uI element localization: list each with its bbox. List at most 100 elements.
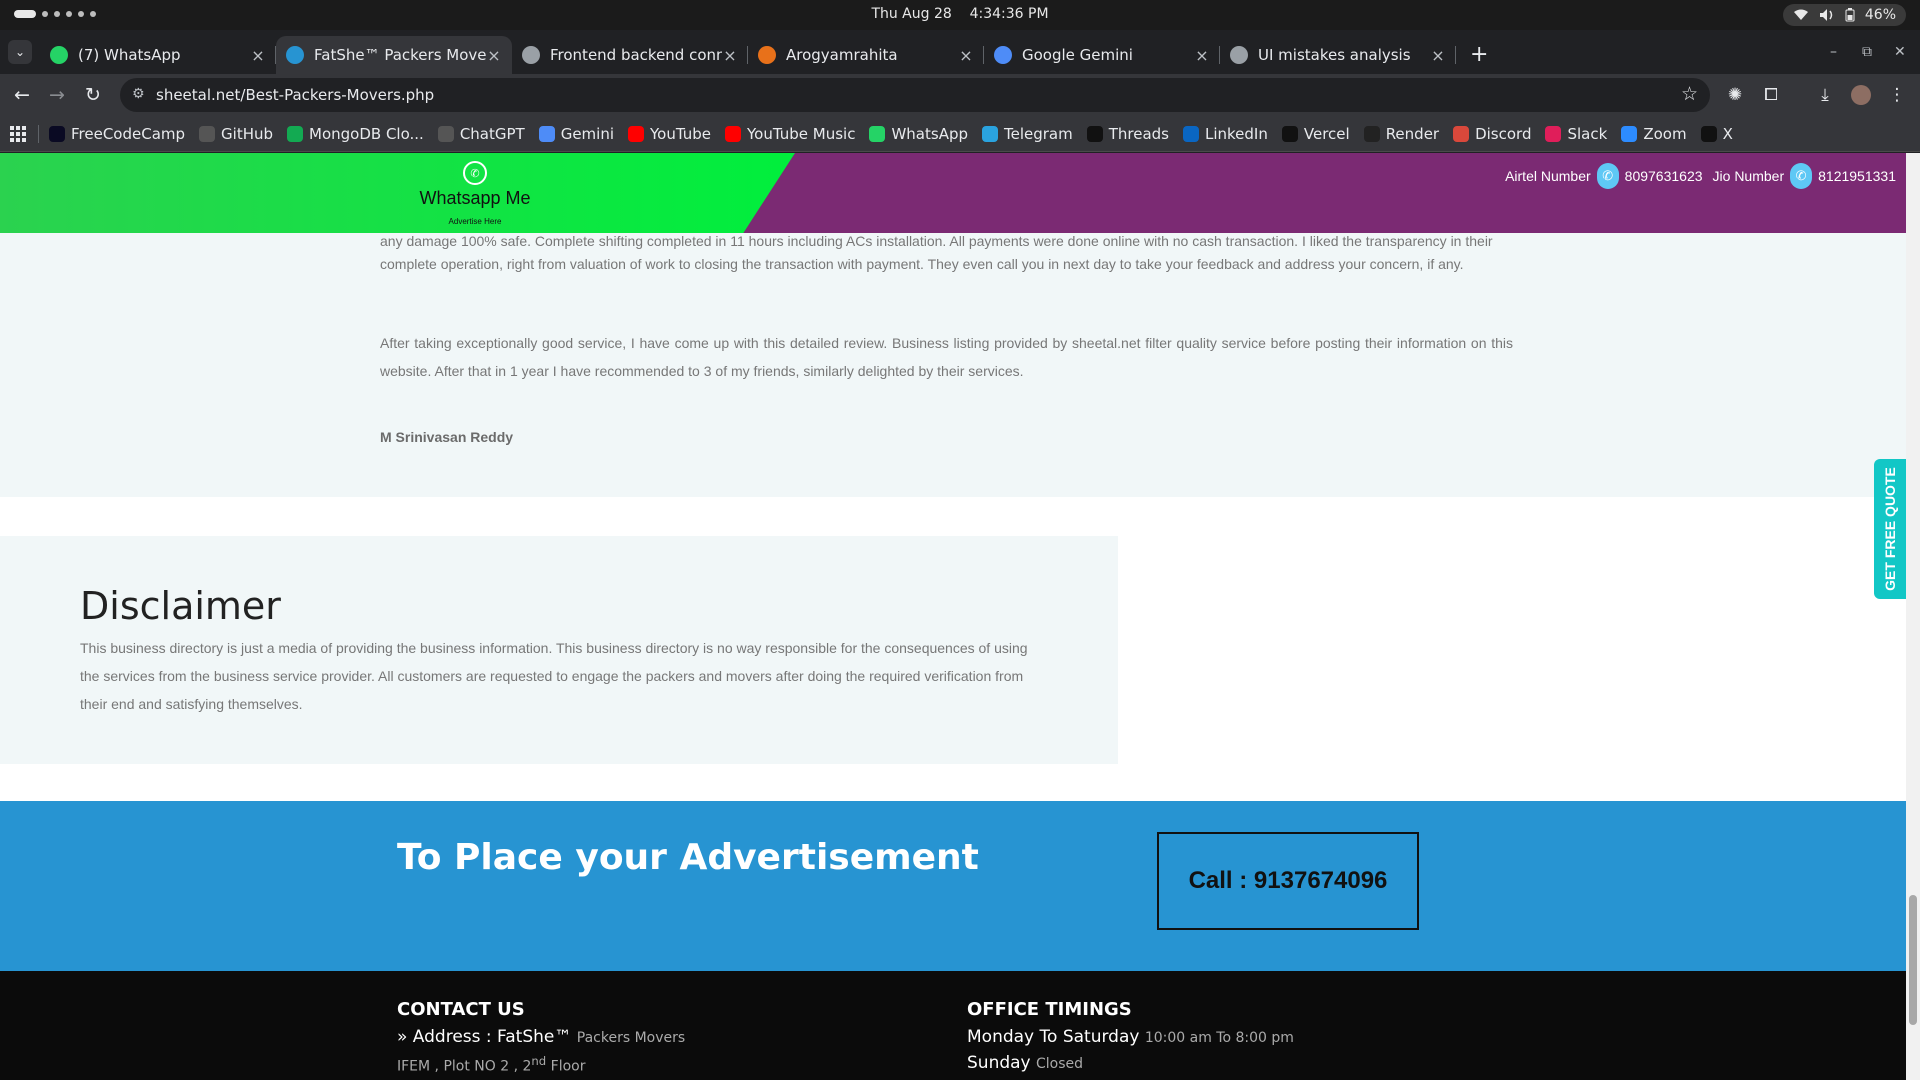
bookmark-label[interactable]: Vercel [1304,125,1350,143]
whatsapp-icon [869,125,886,142]
page-viewport: any damage 100% safe. Complete shifting … [0,153,1906,1080]
bookmark-item[interactable]: MongoDB Clo... [287,125,424,143]
bookmark-label[interactable]: FreeCodeCamp [71,125,185,143]
get-free-quote-button[interactable]: GET FREE QUOTE [1874,459,1906,599]
x-icon [1700,125,1717,142]
tab-title[interactable]: (7) WhatsApp [78,46,250,64]
bookmark-item[interactable]: X [1700,125,1733,143]
scrollbar-thumb[interactable] [1909,895,1917,1025]
system-tray[interactable]: 46% [1782,4,1906,26]
apps-grid-icon[interactable] [10,125,26,142]
browser-tab[interactable]: Frontend backend conne × [512,36,748,74]
linkedin-icon [1183,125,1199,142]
tab-title[interactable]: Google Gemini [1022,46,1194,64]
phone-icon: ✆ [1596,163,1619,189]
bookmark-label[interactable]: GitHub [221,125,273,143]
tab-title[interactable]: UI mistakes analysis [1258,46,1430,64]
clock[interactable]: Thu Aug 28 4:34:36 PM [0,6,1920,22]
clock-time[interactable]: 4:34:36 PM [970,6,1049,22]
close-window-button[interactable]: ✕ [1894,44,1906,60]
bookmark-label[interactable]: Discord [1475,125,1531,143]
jio-label: Jio Number [1712,168,1785,184]
close-tab-icon[interactable]: × [1194,46,1210,65]
address-plot: IFEM , Plot NO 2 , 2 [397,1058,532,1075]
browser-tab[interactable]: Google Gemini × [984,36,1220,74]
page-scrollbar[interactable] [1906,153,1920,1080]
extension-chatgpt-icon[interactable]: ✺ [1722,82,1748,108]
bookmark-item[interactable]: FreeCodeCamp [49,125,185,143]
whatsapp-banner[interactable]: ✆ Whatsapp Me Advertise Here [0,153,795,233]
bookmark-item[interactable]: Discord [1453,125,1531,143]
browser-tab[interactable]: FatShe™ Packers Movers × [276,36,512,74]
address-bar[interactable]: ⚙ sheetal.net/Best-Packers-Movers.php ☆ [120,78,1710,112]
download-icon[interactable]: ⤓ [1812,82,1838,108]
bookmark-label[interactable]: WhatsApp [891,125,968,143]
site-info-icon[interactable]: ⚙ [132,86,145,102]
airtel-number[interactable]: 8097631623 [1625,168,1703,184]
workspaces-indicator[interactable] [14,10,96,18]
bookmark-label[interactable]: Render [1386,125,1439,143]
chatgpt-icon [437,125,454,142]
close-tab-icon[interactable]: × [958,46,974,65]
bookmark-item[interactable]: Zoom [1621,125,1687,143]
bookmark-item[interactable]: Render [1363,125,1439,143]
advertise-label[interactable]: Advertise Here [380,217,570,226]
close-tab-icon[interactable]: × [486,46,502,65]
close-tab-icon[interactable]: × [250,46,266,65]
bookmark-label[interactable]: Gemini [561,125,614,143]
gemini-icon [538,125,555,142]
restore-button[interactable]: ⧉ [1862,44,1872,60]
bookmark-item[interactable]: GitHub [199,125,273,143]
bookmark-label[interactable]: Threads [1109,125,1169,143]
browser-tab[interactable]: (7) WhatsApp × [40,36,276,74]
profile-avatar[interactable] [1848,82,1874,108]
bookmark-item[interactable]: WhatsApp [869,125,968,143]
close-tab-icon[interactable]: × [1430,46,1446,65]
extensions-puzzle-icon[interactable]: ⧠ [1758,82,1784,108]
bookmark-item[interactable]: Telegram [982,125,1073,143]
forward-button[interactable]: → [44,82,70,108]
quote-label[interactable]: GET FREE QUOTE [1882,467,1898,591]
bookmark-label[interactable]: LinkedIn [1205,125,1268,143]
bookmark-label[interactable]: MongoDB Clo... [309,125,424,143]
menu-kebab-icon[interactable]: ⋮ [1884,82,1910,108]
bookmark-label[interactable]: Telegram [1004,125,1073,143]
call-button[interactable]: Call : 9137674096 [1157,832,1419,930]
bookmark-item[interactable]: Threads [1086,125,1169,143]
new-tab-button[interactable]: + [1470,42,1488,67]
tab-title[interactable]: Arogyamrahita [786,46,958,64]
tab-title[interactable]: Frontend backend conne [550,46,722,64]
bookmark-label[interactable]: Slack [1567,125,1607,143]
bookmark-label[interactable]: Zoom [1643,125,1686,143]
review-paragraph: After taking exceptionally good service,… [380,335,1513,379]
close-tab-icon[interactable]: × [722,46,738,65]
jio-number[interactable]: 8121951331 [1818,168,1896,184]
browser-tab[interactable]: UI mistakes analysis × [1220,36,1456,74]
bookmark-item[interactable]: ChatGPT [437,125,525,143]
bookmark-item[interactable]: Vercel [1281,125,1350,143]
tab-title[interactable]: FatShe™ Packers Movers [314,46,486,64]
contact-title: CONTACT US [397,999,525,1020]
discord-icon [1453,125,1470,142]
minimize-button[interactable]: – [1830,44,1837,60]
bookmark-item[interactable]: LinkedIn [1183,125,1268,143]
office-timings-title: OFFICE TIMINGS [967,999,1132,1020]
bookmark-item[interactable]: YouTube [628,125,711,143]
url-text[interactable]: sheetal.net/Best-Packers-Movers.php [156,86,434,104]
bookmark-label[interactable]: ChatGPT [460,125,525,143]
browser-tab[interactable]: Arogyamrahita × [748,36,984,74]
bookmark-label[interactable]: YouTube [650,125,711,143]
bookmark-label[interactable]: X [1723,125,1733,143]
clock-date[interactable]: Thu Aug 28 [871,6,951,22]
back-button[interactable]: ← [9,82,35,108]
bookmark-label[interactable]: YouTube Music [747,125,855,143]
reload-button[interactable]: ↻ [80,82,106,108]
bookmark-item[interactable]: YouTube Music [725,125,855,143]
whatsapp-label[interactable]: Whatsapp Me [380,188,570,209]
bookmark-star-icon[interactable]: ☆ [1681,83,1698,105]
bookmark-item[interactable]: Gemini [538,125,614,143]
sticky-contact-header: ✆ Whatsapp Me Advertise Here Airtel Numb… [0,153,1906,233]
call-label[interactable]: Call : 9137674096 [1189,867,1388,895]
tab-search-button[interactable]: ⌄ [8,40,32,64]
bookmark-item[interactable]: Slack [1545,125,1607,143]
